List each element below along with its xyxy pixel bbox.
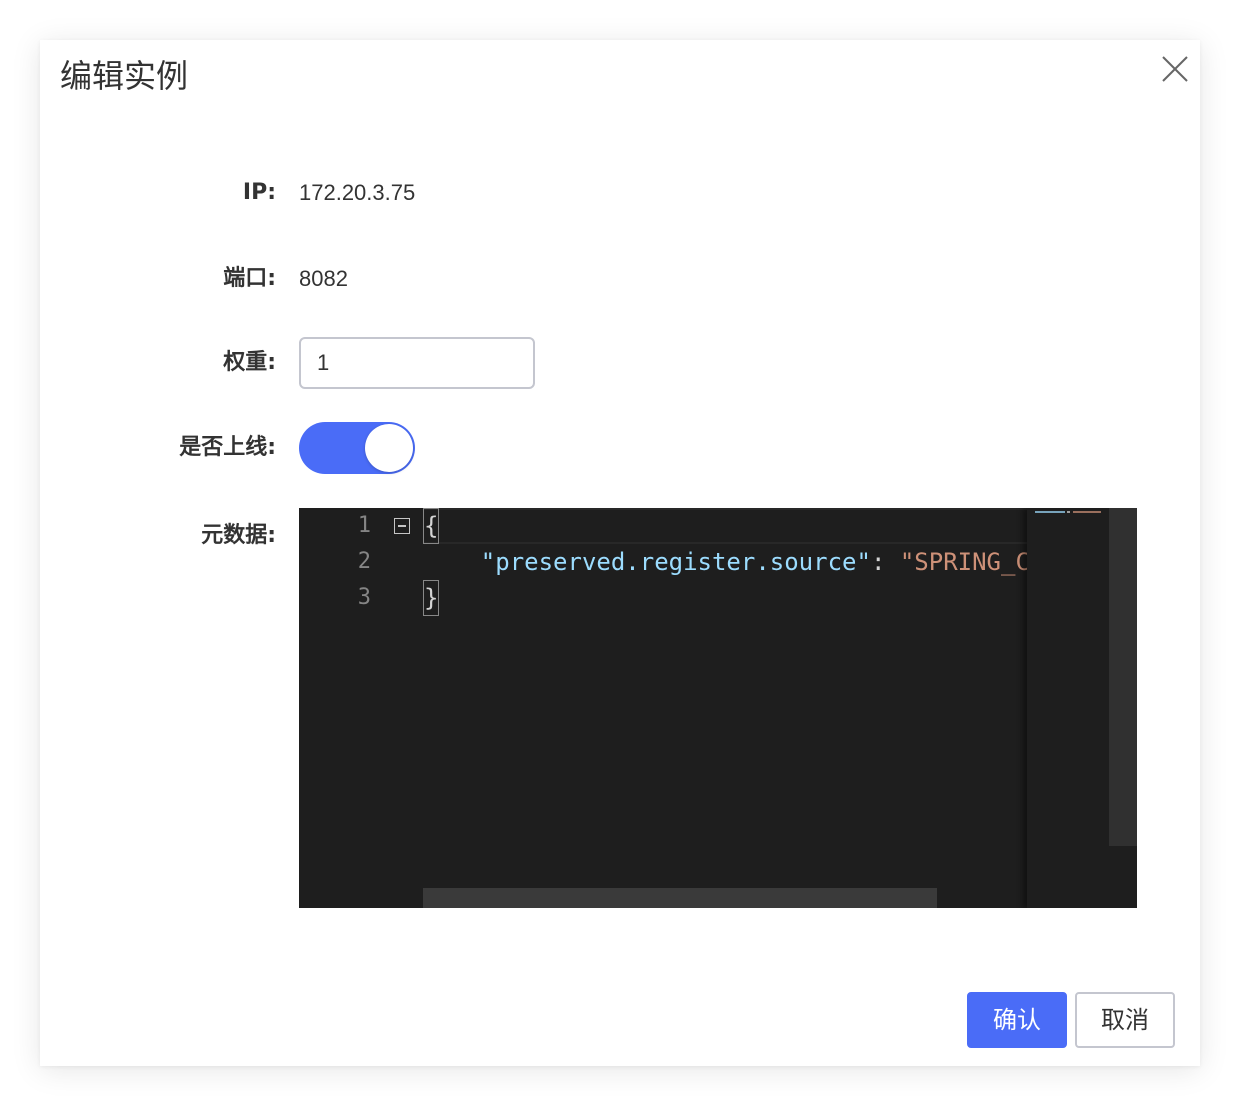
json-value: "SPRING_C xyxy=(899,548,1027,576)
weight-row: 权重: xyxy=(40,337,1200,389)
cancel-button[interactable]: 取消 xyxy=(1075,992,1175,1048)
open-brace: { xyxy=(423,508,440,544)
json-colon: : xyxy=(870,548,900,576)
port-label: 端口: xyxy=(223,266,276,291)
minimap-slider[interactable] xyxy=(1109,508,1137,846)
edit-instance-dialog: 编辑实例 IP: 172.20.3.75 端口: 8082 权重: 是否上线: … xyxy=(40,40,1200,1066)
ip-label: IP: xyxy=(242,180,276,205)
ip-row: IP: 172.20.3.75 xyxy=(40,167,1200,219)
close-brace: } xyxy=(423,580,440,616)
weight-label: 权重: xyxy=(223,350,276,375)
dialog-title: 编辑实例 xyxy=(60,57,189,95)
online-label: 是否上线: xyxy=(179,435,276,460)
line-number: 2 xyxy=(357,549,371,574)
line-number: 1 xyxy=(357,513,371,538)
toggle-knob xyxy=(365,424,413,472)
code-line-2: "preserved.register.source": "SPRING_C xyxy=(423,544,1027,580)
json-key: "preserved.register.source" xyxy=(480,548,871,576)
online-row: 是否上线: xyxy=(40,422,1200,474)
metadata-label: 元数据: xyxy=(201,523,276,548)
code-area[interactable]: { "preserved.register.source": "SPRING_C… xyxy=(423,508,1027,908)
line-number: 3 xyxy=(357,585,371,610)
editor-minimap[interactable] xyxy=(1027,508,1137,908)
metadata-editor[interactable]: 1 2 3 { "preserved.register.source": "SP… xyxy=(299,508,1137,908)
online-toggle[interactable] xyxy=(299,422,415,474)
confirm-button[interactable]: 确认 xyxy=(967,992,1067,1048)
port-row: 端口: 8082 xyxy=(40,253,1200,305)
close-icon[interactable] xyxy=(1160,54,1190,84)
ip-value: 172.20.3.75 xyxy=(299,180,416,205)
horizontal-scrollbar[interactable] xyxy=(423,888,937,908)
fold-icon[interactable] xyxy=(394,518,410,534)
port-value: 8082 xyxy=(299,266,348,291)
weight-input[interactable] xyxy=(299,337,535,389)
code-line-1: { xyxy=(423,508,440,544)
code-line-3: } xyxy=(423,580,440,616)
editor-gutter: 1 2 3 xyxy=(299,508,423,908)
minimap-line xyxy=(1035,511,1101,513)
